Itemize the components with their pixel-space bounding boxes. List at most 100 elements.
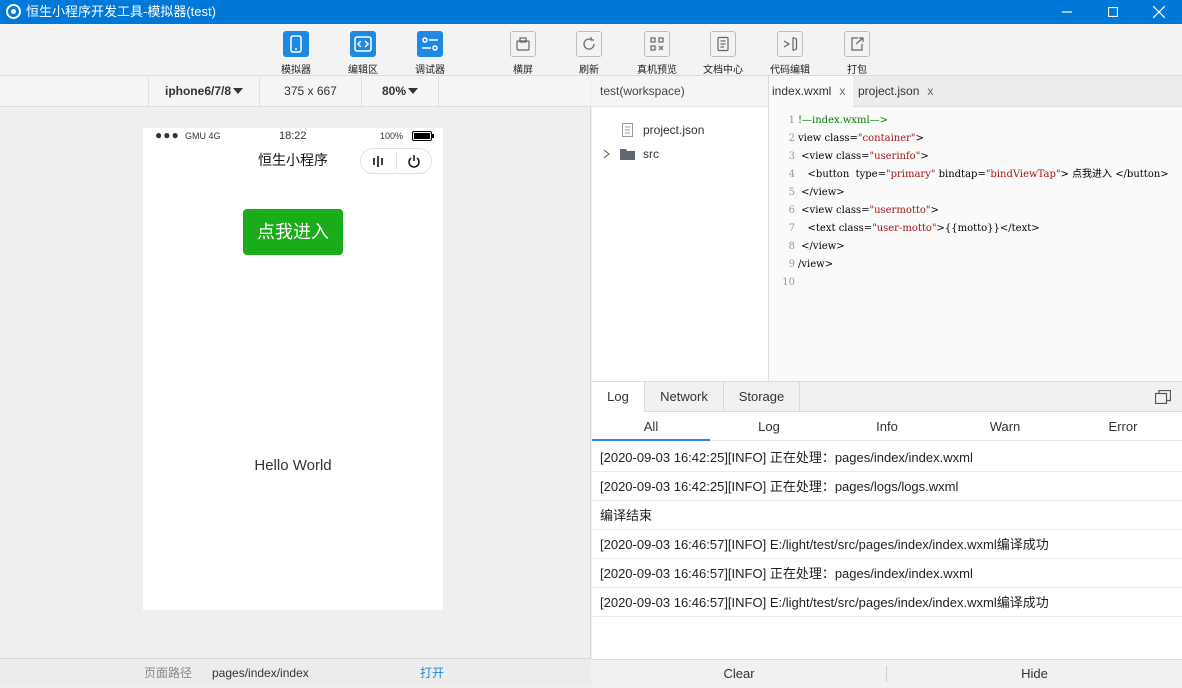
line-number: 7 xyxy=(788,223,795,234)
tool-label: 编辑区 xyxy=(348,65,378,76)
tool-label: 文档中心 xyxy=(703,65,743,76)
export-icon xyxy=(844,31,870,57)
code-token: view class= xyxy=(798,133,858,144)
code-text: view class="container"> xyxy=(798,130,924,148)
more-icon xyxy=(373,156,384,167)
filter-all[interactable]: All xyxy=(592,412,710,441)
file-explorer: test(workspace) project.json src xyxy=(592,76,769,381)
qrcode-icon xyxy=(644,31,670,57)
editor-button[interactable]: 编辑区 xyxy=(335,31,391,76)
maximize-button[interactable] xyxy=(1090,0,1136,24)
clear-button[interactable]: Clear xyxy=(592,660,886,688)
code-token: </view> xyxy=(798,187,845,198)
tab-network[interactable]: Network xyxy=(645,382,724,412)
code-token: <text class= xyxy=(798,223,873,234)
folder-item[interactable]: src xyxy=(592,143,769,165)
tool-label: 刷新 xyxy=(579,65,599,76)
power-icon xyxy=(408,155,420,168)
code-token: > 点我进入 </button> xyxy=(1060,169,1169,180)
file-name: project.json xyxy=(643,123,705,137)
filter-info[interactable]: Info xyxy=(828,412,946,441)
line-number: 5 xyxy=(788,187,795,198)
popout-window-icon[interactable] xyxy=(1155,390,1171,404)
file-item[interactable]: project.json xyxy=(592,119,769,141)
enter-button[interactable]: 点我进入 xyxy=(243,209,343,255)
close-tab-icon[interactable]: x xyxy=(839,84,845,98)
minimize-icon xyxy=(1062,11,1072,13)
open-link[interactable]: 打开 xyxy=(420,659,444,687)
tool-label: 模拟器 xyxy=(281,65,311,76)
refresh-button[interactable]: 刷新 xyxy=(561,31,617,76)
docs-button[interactable]: 文档中心 xyxy=(695,31,751,76)
line-number: 3 xyxy=(788,151,795,162)
filter-error[interactable]: Error xyxy=(1064,412,1182,441)
code-text: <view class="userinfo"> xyxy=(798,148,929,166)
close-button[interactable] xyxy=(1136,0,1182,24)
tool-label: 横屏 xyxy=(513,65,533,76)
chevron-down-icon xyxy=(408,88,419,94)
document-icon xyxy=(710,31,736,57)
tool-label: 打包 xyxy=(847,65,867,76)
log-list: [2020-09-03 16:42:25][INFO] 正在处理：pages/i… xyxy=(592,443,1182,617)
device-preview-button[interactable]: 真机预览 xyxy=(629,31,685,76)
package-button[interactable]: 打包 xyxy=(829,31,885,76)
clock: 18:22 xyxy=(279,130,307,142)
chevron-right-icon xyxy=(603,149,610,159)
code-token: <view class= xyxy=(798,151,870,162)
tab-log[interactable]: Log xyxy=(592,382,645,412)
folder-icon xyxy=(620,149,635,160)
zoom-select[interactable]: 80% xyxy=(362,76,439,107)
rotate-icon xyxy=(510,31,536,57)
code-token: /view> xyxy=(798,259,834,270)
phone-screen: ●●● GMU 4G 18:22 100% 恒生小程序 点我进入 Hello W… xyxy=(143,128,443,610)
editor-tab-project-json[interactable]: project.json x xyxy=(855,76,943,107)
maximize-icon xyxy=(1108,7,1118,17)
code-area[interactable]: 1 !—index.wxml—> 2 view class="container"> 3… xyxy=(769,112,1182,292)
log-entry: [2020-09-03 16:46:57][INFO] 正在处理：pages/i… xyxy=(592,559,1182,588)
filter-log[interactable]: Log xyxy=(710,412,828,441)
code-token: > xyxy=(930,205,939,216)
line-number: 8 xyxy=(788,241,795,252)
more-button[interactable] xyxy=(361,154,396,168)
debug-icon xyxy=(417,31,443,57)
app-logo-icon xyxy=(6,4,21,19)
page-path-label: 页面路径 xyxy=(144,666,193,680)
miniprogram-capsule xyxy=(360,148,432,174)
title-bar: 恒生小程序开发工具-模拟器(test) xyxy=(0,0,1182,24)
tab-label: project.json xyxy=(858,84,920,98)
code-text: <view class="usermotto"> xyxy=(798,202,939,220)
device-model: iphone6/7/8 xyxy=(164,84,232,98)
code-icon xyxy=(350,31,376,57)
code-line: 5 </view> xyxy=(769,184,1182,202)
editor-tab-index-wxml[interactable]: index.wxml x xyxy=(769,76,853,107)
workspace-title: test(workspace) xyxy=(592,76,768,107)
folder-name: src xyxy=(643,147,659,161)
line-number: 9 xyxy=(788,259,795,270)
code-token: "container" xyxy=(857,133,916,144)
code-line: 10 xyxy=(769,274,1182,292)
close-icon xyxy=(1153,6,1165,18)
editor-tabs: index.wxml x project.json x xyxy=(769,76,1182,107)
exit-button[interactable] xyxy=(397,154,432,168)
code-line: 7 <text class="user-motto">{{motto}}</te… xyxy=(769,220,1182,238)
simulator-button[interactable]: 模拟器 xyxy=(268,31,324,76)
landscape-button[interactable]: 横屏 xyxy=(495,31,551,76)
page-path-bar: 页面路径 pages/index/index 打开 xyxy=(0,658,591,686)
device-select[interactable]: iphone6/7/8 xyxy=(148,76,260,107)
code-text: <button type="primary" bindtap="bindView… xyxy=(798,166,1169,184)
line-number: 2 xyxy=(788,133,795,144)
debugger-button[interactable]: 调试器 xyxy=(402,31,458,76)
hide-button[interactable]: Hide xyxy=(887,660,1182,688)
device-resolution: 375 x 667 xyxy=(260,76,362,107)
filter-warn[interactable]: Warn xyxy=(946,412,1064,441)
minimize-button[interactable] xyxy=(1044,0,1090,24)
tool-label: 代码编辑 xyxy=(770,65,810,76)
line-number: 4 xyxy=(788,169,795,180)
device-bar: iphone6/7/8 375 x 667 80% xyxy=(0,76,591,107)
close-tab-icon[interactable]: x xyxy=(927,84,933,98)
simulator-panel: iphone6/7/8 375 x 667 80% ●●● GMU 4G 18:… xyxy=(0,76,591,686)
tab-storage[interactable]: Storage xyxy=(724,382,800,412)
tool-label: 真机预览 xyxy=(637,65,677,76)
code-line: 1 !—index.wxml—> xyxy=(769,112,1182,130)
code-edit-button[interactable]: 代码编辑 xyxy=(762,31,818,76)
